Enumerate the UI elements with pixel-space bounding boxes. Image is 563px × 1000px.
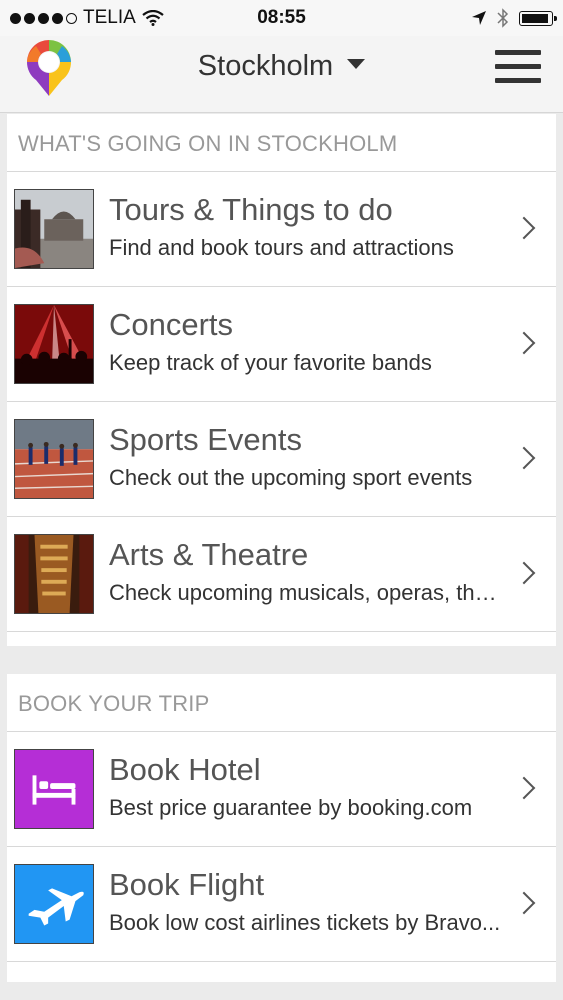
item-subtitle: Keep track of your favorite bands bbox=[109, 350, 432, 375]
status-right bbox=[471, 8, 557, 28]
tours-photo bbox=[14, 189, 94, 269]
item-title: Sports Events bbox=[109, 422, 302, 457]
bluetooth-icon bbox=[497, 8, 509, 28]
book-trip-card: BOOK YOUR TRIP Book Hotel Best price gua… bbox=[7, 674, 556, 982]
item-title: Book Flight bbox=[109, 867, 265, 902]
item-title: Book Hotel bbox=[109, 752, 261, 787]
city-dropdown[interactable]: Stockholm bbox=[0, 50, 563, 83]
list-item-book-flight[interactable]: Book Flight Book low cost airlines ticke… bbox=[7, 847, 556, 962]
location-arrow-icon bbox=[472, 11, 486, 25]
app-header: Stockholm bbox=[0, 36, 563, 113]
list-item-sports[interactable]: Sports Events Check out the upcoming spo… bbox=[7, 402, 556, 517]
events-card: WHAT'S GOING ON IN STOCKHOLM Tours & Thi… bbox=[7, 114, 556, 646]
concert-photo bbox=[14, 304, 94, 384]
sports-photo bbox=[14, 419, 94, 499]
airplane-icon bbox=[14, 864, 94, 944]
item-title: Arts & Theatre bbox=[109, 537, 309, 572]
list-item-theatre[interactable]: Arts & Theatre Check upcoming musicals, … bbox=[7, 517, 556, 632]
chevron-right-icon bbox=[508, 432, 548, 486]
chevron-right-icon bbox=[508, 877, 548, 931]
city-name: Stockholm bbox=[197, 50, 334, 82]
battery-icon bbox=[519, 10, 557, 26]
item-title: Tours & Things to do bbox=[109, 192, 393, 227]
section-title: BOOK YOUR TRIP bbox=[7, 674, 556, 732]
item-subtitle: Check upcoming musicals, operas, the... bbox=[109, 580, 504, 605]
theatre-photo bbox=[14, 534, 94, 614]
list-item-tours[interactable]: Tours & Things to do Find and book tours… bbox=[7, 172, 556, 287]
item-subtitle: Book low cost airlines tickets by Bravo.… bbox=[109, 910, 501, 935]
list-item-concerts[interactable]: Concerts Keep track of your favorite ban… bbox=[7, 287, 556, 402]
dropdown-caret-icon bbox=[347, 59, 366, 70]
chevron-right-icon bbox=[508, 762, 548, 816]
item-subtitle: Find and book tours and attractions bbox=[109, 235, 454, 260]
item-subtitle: Check out the upcoming sport events bbox=[109, 465, 473, 490]
list-item-book-hotel[interactable]: Book Hotel Best price guarantee by booki… bbox=[7, 732, 556, 847]
status-bar: TELIA 08:55 bbox=[0, 0, 563, 36]
chevron-right-icon bbox=[508, 202, 548, 256]
item-title: Concerts bbox=[109, 307, 234, 342]
chevron-right-icon bbox=[508, 547, 548, 601]
item-subtitle: Best price guarantee by booking.com bbox=[109, 795, 473, 820]
section-title: WHAT'S GOING ON IN STOCKHOLM bbox=[7, 114, 556, 172]
chevron-right-icon bbox=[508, 317, 548, 371]
bed-icon bbox=[14, 749, 94, 829]
hamburger-menu-button[interactable] bbox=[495, 50, 541, 90]
